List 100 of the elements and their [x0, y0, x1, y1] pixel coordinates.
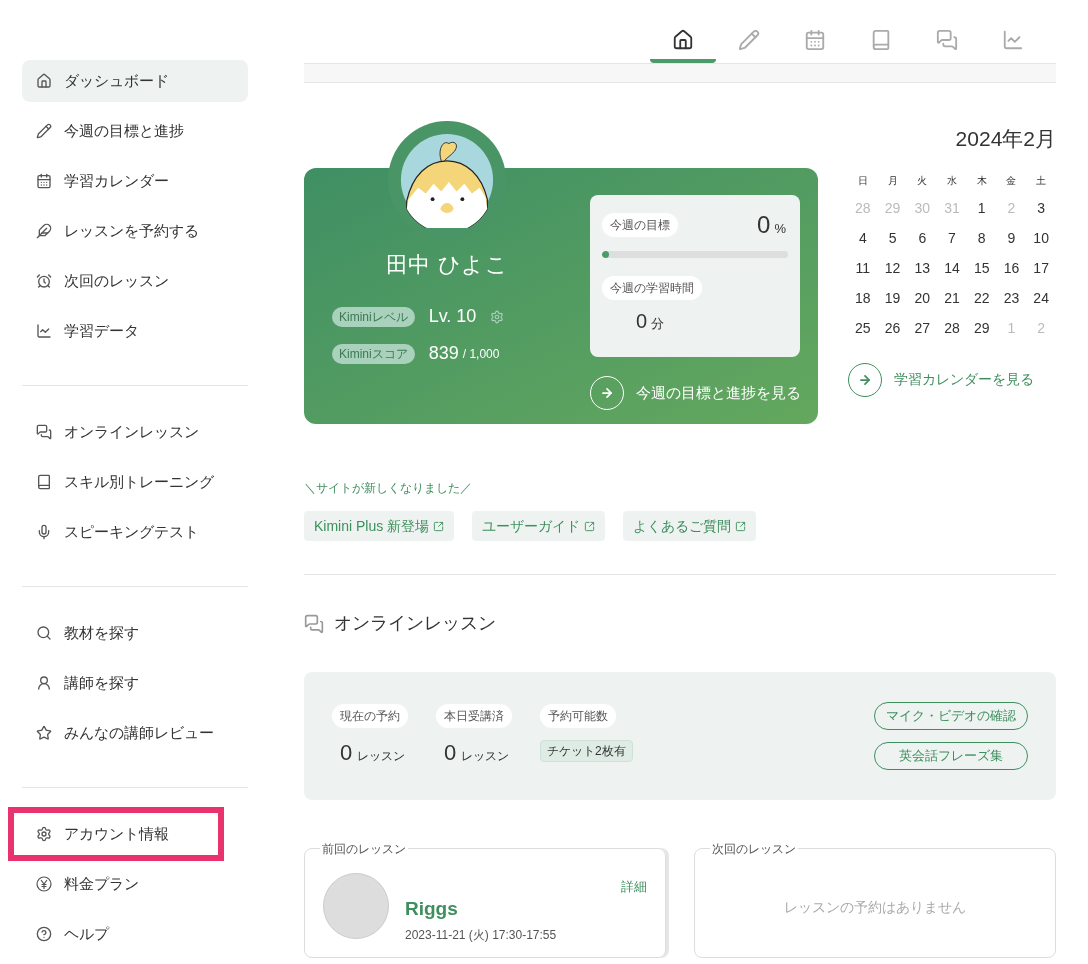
- calendar-title: 2024年2月: [954, 126, 1056, 152]
- alarm-clock-icon: [36, 273, 52, 289]
- search-icon: [36, 625, 52, 641]
- stat-value: Lv. 10: [428, 305, 477, 328]
- calendar-day[interactable]: 4: [848, 222, 878, 253]
- external-link-icon: [735, 520, 747, 532]
- calendar-day[interactable]: 8: [966, 222, 997, 253]
- pencil-icon: [36, 123, 52, 139]
- weekday-label: 土: [1035, 173, 1048, 188]
- stat-badge: Kiminiスコア: [332, 343, 415, 364]
- sidebar-item[interactable]: 学習カレンダー: [22, 160, 248, 202]
- sidebar-item[interactable]: ダッシュボード: [22, 60, 248, 102]
- calendar-day[interactable]: 26: [877, 312, 908, 343]
- goal-value: 0 %: [757, 210, 786, 240]
- calendar-day[interactable]: 27: [907, 312, 938, 343]
- external-link-icon: [584, 520, 596, 532]
- sidebar-item[interactable]: 料金プラン: [22, 863, 248, 905]
- calendar-icon: [804, 28, 826, 51]
- news-link[interactable]: よくあるご質問: [623, 511, 757, 541]
- stat-value: 839: [428, 342, 459, 365]
- weekday-label: 月: [886, 173, 899, 188]
- detail-link[interactable]: 詳細: [621, 877, 647, 897]
- star-icon: [36, 725, 52, 741]
- study-time-label: 今週の学習時間: [602, 276, 702, 300]
- calendar-day[interactable]: 3: [1026, 192, 1056, 223]
- yen-icon: [36, 876, 52, 892]
- calendar-day[interactable]: 25: [848, 312, 878, 343]
- external-link-icon: [433, 520, 445, 532]
- sidebar-item[interactable]: レッスンを予約する: [22, 210, 248, 252]
- stat-label: 現在の予約: [332, 703, 408, 728]
- card-title: 前回のレッスン: [320, 840, 408, 858]
- sidebar-item[interactable]: 教材を探す: [22, 612, 248, 654]
- calendar-day[interactable]: 15: [966, 252, 997, 283]
- calendar-day[interactable]: 13: [907, 252, 938, 283]
- sidebar-item[interactable]: ヘルプ: [22, 913, 248, 955]
- calendar-day[interactable]: 5: [877, 222, 908, 253]
- calendar-day[interactable]: 28: [937, 312, 967, 343]
- calendar-day[interactable]: 24: [1026, 282, 1056, 313]
- sidebar-item[interactable]: アカウント情報: [14, 813, 218, 855]
- settings-icon: [36, 826, 52, 842]
- calendar-day[interactable]: 11: [848, 252, 878, 283]
- feather-icon: [36, 223, 52, 239]
- sidebar-item[interactable]: みんなの講師レビュー: [22, 712, 248, 754]
- calendar-day[interactable]: 10: [1026, 222, 1056, 253]
- weekday-label: 金: [1005, 173, 1018, 188]
- calendar-day[interactable]: 22: [966, 282, 997, 313]
- calendar-icon: [36, 173, 52, 189]
- user-icon: [36, 675, 52, 691]
- calendar-day[interactable]: 21: [937, 282, 967, 313]
- calendar-day[interactable]: 16: [996, 252, 1027, 283]
- card-title: 次回のレッスン: [710, 840, 798, 858]
- sidebar-item[interactable]: スキル別トレーニング: [22, 461, 248, 503]
- chart-icon: [1002, 28, 1024, 51]
- calendar-link[interactable]: 学習カレンダーを見る: [848, 362, 1056, 397]
- calendar-day[interactable]: 14: [937, 252, 967, 283]
- book-icon: [870, 28, 892, 51]
- section-heading: オンラインレッスン: [334, 612, 496, 635]
- pencil-icon: [738, 28, 760, 51]
- book-icon: [36, 474, 52, 490]
- calendar-day[interactable]: 18: [848, 282, 878, 313]
- sidebar-item[interactable]: 講師を探す: [22, 662, 248, 704]
- goal-label: 今週の目標: [602, 213, 678, 237]
- stat-max: / 1,000: [462, 345, 500, 363]
- weekday-label: 日: [856, 173, 869, 188]
- user-name: 田中 ひよこ: [385, 251, 509, 279]
- news-link[interactable]: Kimini Plus 新登場: [304, 511, 455, 541]
- microphone-icon: [36, 524, 52, 540]
- sidebar-item[interactable]: スピーキングテスト: [22, 511, 248, 553]
- chart-icon: [36, 323, 52, 339]
- calendar-day[interactable]: 1: [966, 192, 997, 223]
- settings-icon[interactable]: [490, 309, 505, 324]
- news-link[interactable]: ユーザーガイド: [472, 511, 606, 541]
- study-time-value: 0 分: [636, 309, 666, 334]
- calendar-day[interactable]: 17: [1026, 252, 1056, 283]
- news-caption: ＼サイトが新しくなりました／: [304, 480, 473, 497]
- calendar-day[interactable]: 19: [877, 282, 908, 313]
- calendar-day[interactable]: 29: [966, 312, 997, 343]
- lesson-count: 0 レッスン: [444, 738, 510, 767]
- sidebar-item[interactable]: 次回のレッスン: [22, 260, 248, 302]
- calendar-day[interactable]: 20: [907, 282, 938, 313]
- calendar-day[interactable]: 7: [937, 222, 967, 253]
- calendar-day[interactable]: 6: [907, 222, 938, 253]
- lesson-count: 0 レッスン: [340, 738, 406, 767]
- calendar-day[interactable]: 12: [877, 252, 908, 283]
- sidebar-item[interactable]: 今週の目標と進捗: [22, 110, 248, 152]
- sidebar-item[interactable]: オンラインレッスン: [22, 411, 248, 453]
- sidebar-item[interactable]: 学習データ: [22, 310, 248, 352]
- teacher-name[interactable]: Riggs: [405, 895, 557, 924]
- lesson-datetime: 2023-11-21 (火) 17:30-17:55: [405, 926, 557, 944]
- weekday-label: 火: [916, 173, 929, 188]
- calendar-day[interactable]: 9: [996, 222, 1027, 253]
- stat-badge: Kiminiレベル: [332, 306, 415, 327]
- weekday-label: 水: [946, 173, 958, 188]
- calendar-day[interactable]: 23: [996, 282, 1027, 313]
- stat-label: 本日受講済: [436, 703, 512, 728]
- chat-icon: [304, 613, 324, 634]
- chat-icon: [36, 424, 52, 440]
- home-icon: [672, 28, 694, 51]
- home-icon: [36, 73, 52, 89]
- ticket-badge: チケット2枚有: [540, 739, 633, 762]
